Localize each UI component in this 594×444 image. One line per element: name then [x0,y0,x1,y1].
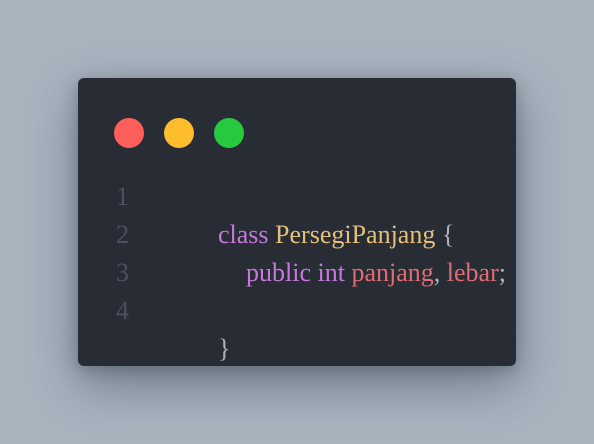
minimize-icon[interactable] [164,118,194,148]
code-line: 3 [78,254,516,292]
code-block: 1 class PersegiPanjang { 2 public int pa… [78,178,516,363]
code-line: 1 class PersegiPanjang { [78,178,516,249]
line-number: 4 [116,296,129,325]
code-window: 1 class PersegiPanjang { 2 public int pa… [78,78,516,366]
line-number: 1 [116,182,129,211]
line-number: 2 [116,220,129,249]
line-source: } [166,292,230,406]
code-line: 2 public int panjang, lebar; [78,216,516,287]
code-line: 4 } [78,292,516,363]
close-icon[interactable] [114,118,144,148]
brace-token: } [218,334,231,363]
line-number: 3 [116,258,129,287]
maximize-icon[interactable] [214,118,244,148]
